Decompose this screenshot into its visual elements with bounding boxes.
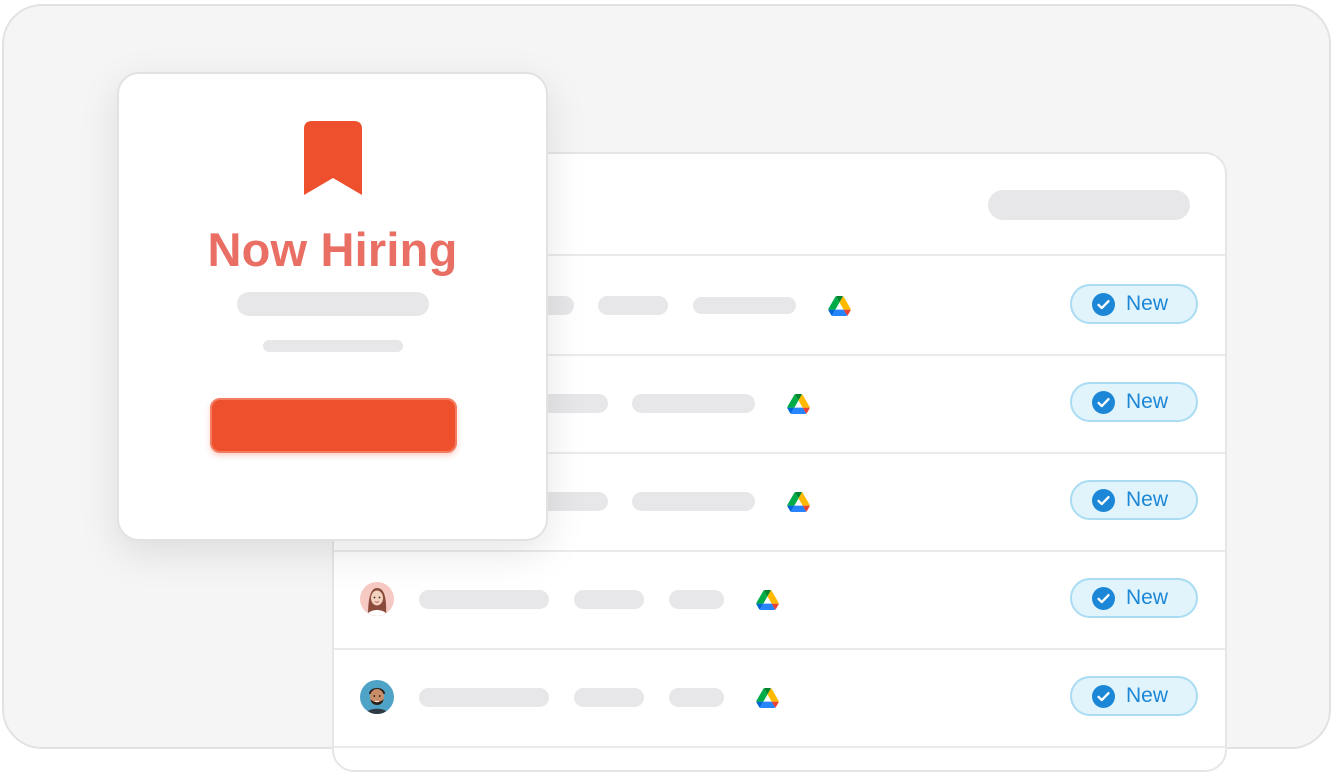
row-text-placeholder [574, 688, 644, 707]
status-badge: New [1070, 284, 1198, 324]
google-drive-icon [756, 590, 779, 610]
row-text-placeholder [419, 590, 549, 609]
google-drive-icon [787, 394, 810, 414]
row-text-placeholder [669, 688, 724, 707]
row-text-placeholder [693, 297, 796, 314]
row-text-placeholder [632, 492, 755, 511]
check-circle-icon [1092, 488, 1115, 512]
status-label: New [1126, 488, 1169, 511]
status-label: New [1126, 586, 1169, 609]
status-badge: New [1070, 578, 1198, 618]
status-badge: New [1070, 480, 1198, 520]
woman-avatar [360, 582, 394, 616]
list-row[interactable]: New [334, 550, 1225, 650]
status-label: New [1126, 292, 1169, 315]
status-badge: New [1070, 676, 1198, 716]
row-text-placeholder [669, 590, 724, 609]
apply-button[interactable] [210, 398, 457, 453]
bookmark-icon [304, 121, 362, 195]
check-circle-icon [1092, 684, 1115, 708]
check-circle-icon [1092, 292, 1115, 316]
card-detail-placeholder [263, 340, 403, 352]
status-label: New [1126, 684, 1169, 707]
card-subtitle-placeholder [237, 292, 429, 316]
man-avatar [360, 680, 394, 714]
google-drive-icon [828, 296, 851, 316]
google-drive-icon [787, 492, 810, 512]
status-label: New [1126, 390, 1169, 413]
check-circle-icon [1092, 390, 1115, 414]
row-text-placeholder [598, 296, 668, 315]
row-text-placeholder [419, 688, 549, 707]
card-title: Now Hiring [207, 223, 458, 276]
list-row[interactable]: New [334, 648, 1225, 748]
job-posting-card[interactable]: Now Hiring [117, 72, 548, 541]
status-badge: New [1070, 382, 1198, 422]
row-text-placeholder [574, 590, 644, 609]
row-text-placeholder [632, 394, 755, 413]
check-circle-icon [1092, 586, 1115, 610]
header-search-placeholder[interactable] [988, 190, 1190, 220]
google-drive-icon [756, 688, 779, 708]
